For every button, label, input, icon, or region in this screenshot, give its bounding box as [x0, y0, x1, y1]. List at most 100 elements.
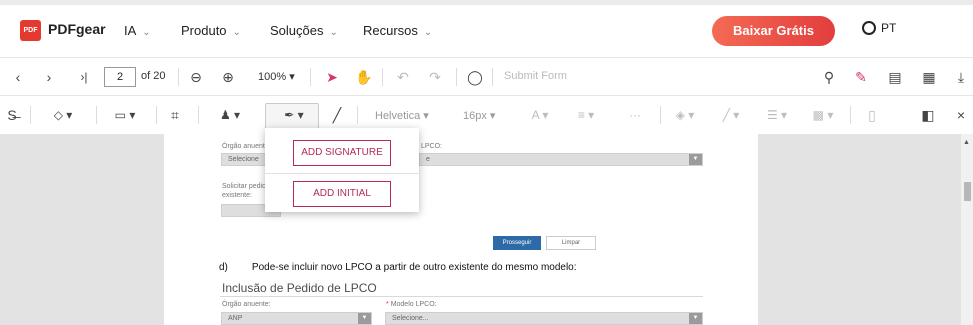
solicitar-label-2: existente: [222, 192, 252, 199]
stamp-icon[interactable]: ♟ ▾ [212, 96, 248, 134]
chevron-down-icon: ⌄ [423, 27, 433, 38]
opacity-icon[interactable]: ▩ ▾ [812, 96, 834, 134]
scroll-up-icon[interactable]: ▲ [963, 139, 970, 146]
item-number: d) [219, 262, 228, 273]
chevron-down-icon: ▼ [689, 154, 702, 165]
divider [382, 68, 383, 86]
line-icon[interactable]: ╱ ▾ [720, 96, 742, 134]
align-icon[interactable]: ≡ ▾ [574, 96, 598, 134]
orgao-value: Selecione [228, 156, 259, 163]
chevron-down-icon: ⌄ [232, 27, 241, 38]
scrollbar-thumb[interactable] [964, 182, 971, 201]
chevron-down-icon: ▼ [358, 313, 371, 324]
chevron-right-icon[interactable]: › [41, 58, 57, 96]
divider [492, 68, 493, 86]
zoom-out-icon[interactable]: ⊖ [186, 58, 206, 96]
fill-icon[interactable]: ◈ ▾ [674, 96, 696, 134]
font-size-select[interactable]: 16px ▾ [463, 109, 495, 122]
download-free-button[interactable]: Baixar Grátis [712, 16, 835, 46]
modelo-select-bottom[interactable]: Selecione... ▼ [385, 312, 703, 325]
add-initial-button[interactable]: ADD INITIAL [293, 181, 391, 207]
delete-icon[interactable]: ▯ [864, 96, 880, 134]
required-marker: * [386, 301, 389, 308]
divider [456, 68, 457, 86]
chevron-left-icon[interactable]: ‹ [10, 58, 26, 96]
edit-icon[interactable]: ✎ [852, 58, 870, 96]
orgao-value-bottom: ANP [228, 315, 243, 322]
section-title: Inclusão de Pedido de LPCO [222, 281, 377, 295]
app-root: PDF PDFgear IA ⌄ Produto ⌄ Soluções ⌄ Recur… [0, 0, 973, 325]
solicitar-label: Solicitar pedido [222, 183, 270, 190]
language-label: PT [881, 21, 897, 35]
limpar-button[interactable]: Limpar [546, 236, 596, 250]
redo-icon[interactable]: ↷ [426, 58, 444, 96]
modelo-select[interactable]: e ▼ [419, 153, 703, 166]
more-icon[interactable]: ··· [626, 96, 644, 134]
modelo-label-bottom: * Modelo LPCO: [386, 301, 437, 309]
globe-icon [862, 21, 876, 35]
divider [357, 106, 358, 124]
zoom-in-icon[interactable]: ⊕ [218, 58, 238, 96]
crop-icon[interactable]: ⌗ [166, 96, 184, 134]
signature-dropdown: ADD SIGNATURE ADD INITIAL [265, 128, 419, 212]
image-icon[interactable]: ▭ ▾ [112, 96, 138, 134]
comment-icon[interactable]: ◯ [466, 58, 484, 96]
top-nav: PDF PDFgear IA ⌄ Produto ⌄ Soluções ⌄ Recur… [0, 0, 973, 58]
submit-form-button[interactable]: Submit Form [504, 70, 567, 82]
divider [156, 106, 157, 124]
search-icon[interactable]: ⚲ [820, 58, 838, 96]
strikethrough-icon[interactable]: S̶ [4, 96, 20, 134]
orgao-select-bottom[interactable]: ANP ▼ [221, 312, 372, 325]
brand-name[interactable]: PDFgear [48, 21, 106, 37]
chevron-down-icon: ⌄ [142, 27, 151, 38]
print-icon[interactable]: ▦ [920, 58, 938, 96]
save-icon[interactable]: ▤ [886, 58, 904, 96]
chevron-down-icon: ⌄ [329, 27, 338, 38]
page-number-input[interactable]: 2 [104, 67, 136, 87]
modelo-value-bottom: Selecione... [392, 315, 429, 322]
nav-item-label: Soluções [270, 23, 324, 38]
divider [178, 68, 179, 86]
annotation-toolbar: S̶ ◇ ▾ ▭ ▾ ⌗ ♟ ▾ ╱ Helvetica ▾ 16px ▾ A … [0, 96, 973, 134]
divider [310, 68, 311, 86]
font-size-value: 16px [463, 110, 487, 122]
close-icon[interactable]: × [954, 96, 968, 134]
main-toolbar: ‹ › ›| 2 of 20 ⊖ ⊕ 100% ▾ ➤ ✋ ↶ ↷ ◯ Subm… [0, 58, 973, 96]
orgao-label: Órgão anuente: [222, 143, 271, 150]
download-icon[interactable]: ⤓ [952, 58, 970, 96]
divider [220, 296, 703, 297]
last-page-icon[interactable]: ›| [75, 58, 93, 96]
undo-icon[interactable]: ↶ [394, 58, 412, 96]
font-family-value: Helvetica [375, 110, 421, 122]
document-paragraph: d) Pode-se incluir novo LPCO a partir de … [219, 262, 577, 273]
divider [198, 106, 199, 124]
pdf-logo-icon[interactable]: PDF [20, 20, 41, 41]
nav-item-recursos[interactable]: Recursos ⌄ [363, 23, 432, 38]
nav-item-ia[interactable]: IA ⌄ [124, 23, 151, 38]
chevron-down-icon: ▼ [689, 313, 702, 324]
zoom-value: 100% [258, 71, 287, 83]
nav-item-produto[interactable]: Produto ⌄ [181, 23, 241, 38]
prosseguir-button[interactable]: Prosseguir [493, 236, 541, 250]
nav-item-label: Produto [181, 23, 227, 38]
item-text: Pode-se incluir novo LPCO a partir de ou… [251, 262, 577, 273]
font-family-select[interactable]: Helvetica ▾ [375, 109, 429, 122]
nav-item-label: Recursos [363, 23, 418, 38]
nav-item-label: IA [124, 23, 137, 38]
panel-icon[interactable]: ◧ [920, 96, 936, 134]
zoom-select[interactable]: 100% ▾ [258, 70, 295, 83]
vertical-scrollbar[interactable] [961, 134, 973, 325]
language-selector[interactable]: PT [862, 21, 896, 35]
hand-icon[interactable]: ✋ [354, 58, 374, 96]
modelo-label-text: Modelo LPCO: [390, 301, 437, 308]
stroke-icon[interactable]: ☰ ▾ [766, 96, 788, 134]
text-color-icon[interactable]: A ▾ [528, 96, 552, 134]
shape-icon[interactable]: ◇ ▾ [50, 96, 76, 134]
orgao-label-bottom: Órgão anuente: [222, 301, 271, 308]
select-cursor-icon[interactable]: ➤ [324, 58, 340, 96]
page-total: of 20 [141, 70, 166, 82]
modelo-label: LPCO: [421, 143, 443, 150]
add-signature-button[interactable]: ADD SIGNATURE [293, 140, 391, 166]
nav-item-solucoes[interactable]: Soluções ⌄ [270, 23, 338, 38]
modelo-value: e [426, 156, 430, 163]
